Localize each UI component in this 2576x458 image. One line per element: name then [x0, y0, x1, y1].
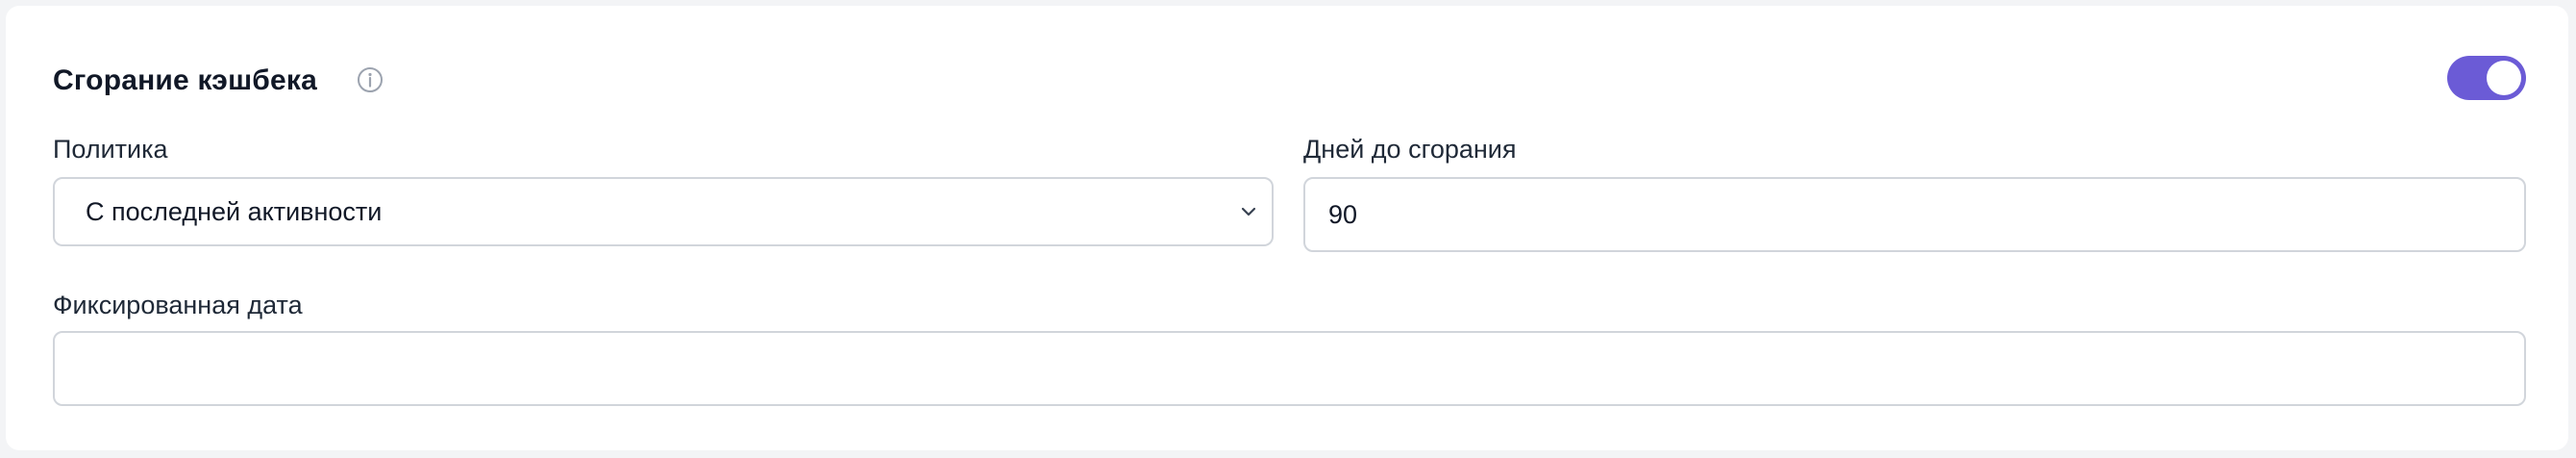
policy-select[interactable]: С последней активности — [53, 177, 1274, 246]
chevron-down-icon — [1237, 200, 1260, 223]
info-icon[interactable] — [356, 65, 384, 94]
fixed-date-label: Фиксированная дата — [53, 291, 303, 319]
policy-selected-value: С последней активности — [86, 197, 383, 226]
fixed-date-input[interactable] — [53, 331, 2526, 406]
days-label: Дней до сгорания — [1303, 135, 1517, 164]
policy-label: Политика — [53, 135, 168, 164]
cashback-expiry-toggle[interactable] — [2447, 56, 2526, 100]
days-input[interactable] — [1303, 177, 2526, 252]
toggle-knob — [2487, 61, 2521, 95]
cashback-expiry-card: Сгорание кэшбека Политика С последней ак… — [6, 6, 2568, 450]
section-title: Сгорание кэшбека — [53, 64, 317, 96]
